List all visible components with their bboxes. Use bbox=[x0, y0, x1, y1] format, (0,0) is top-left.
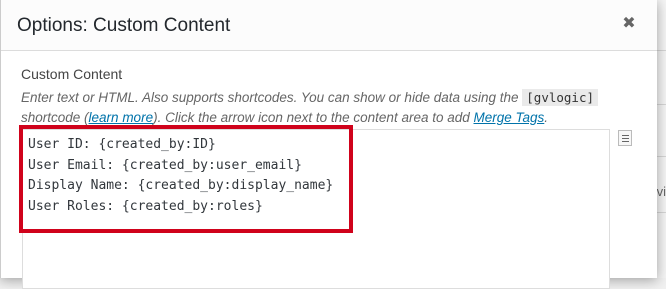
gvlogic-code: [gvlogic] bbox=[522, 89, 599, 106]
description-text: ). Click the arrow icon next to the cont… bbox=[153, 110, 474, 125]
merge-tags-icon[interactable] bbox=[618, 130, 632, 146]
learn-more-link[interactable]: learn more bbox=[89, 110, 154, 125]
background-partial-text: vi bbox=[656, 184, 666, 199]
description-text: Enter text or HTML. Also supports shortc… bbox=[21, 90, 523, 105]
options-dialog: Options: Custom Content ✖ Custom Content… bbox=[0, 0, 657, 289]
background-divider bbox=[656, 156, 666, 157]
background-strip bbox=[656, 0, 666, 278]
background-divider bbox=[656, 104, 666, 105]
highlight-annotation bbox=[19, 125, 353, 233]
description-text: shortcode ( bbox=[21, 110, 89, 125]
background-divider bbox=[656, 50, 666, 51]
background-divider bbox=[656, 212, 666, 213]
close-icon[interactable]: ✖ bbox=[617, 12, 641, 36]
merge-tags-link[interactable]: Merge Tags bbox=[474, 110, 545, 125]
dialog-title: Options: Custom Content bbox=[17, 15, 231, 36]
dialog-titlebar: Options: Custom Content ✖ bbox=[1, 0, 657, 51]
field-label: Custom Content bbox=[21, 66, 123, 82]
description-text: . bbox=[544, 110, 549, 125]
field-description: Enter text or HTML. Also supports shortc… bbox=[21, 88, 621, 128]
